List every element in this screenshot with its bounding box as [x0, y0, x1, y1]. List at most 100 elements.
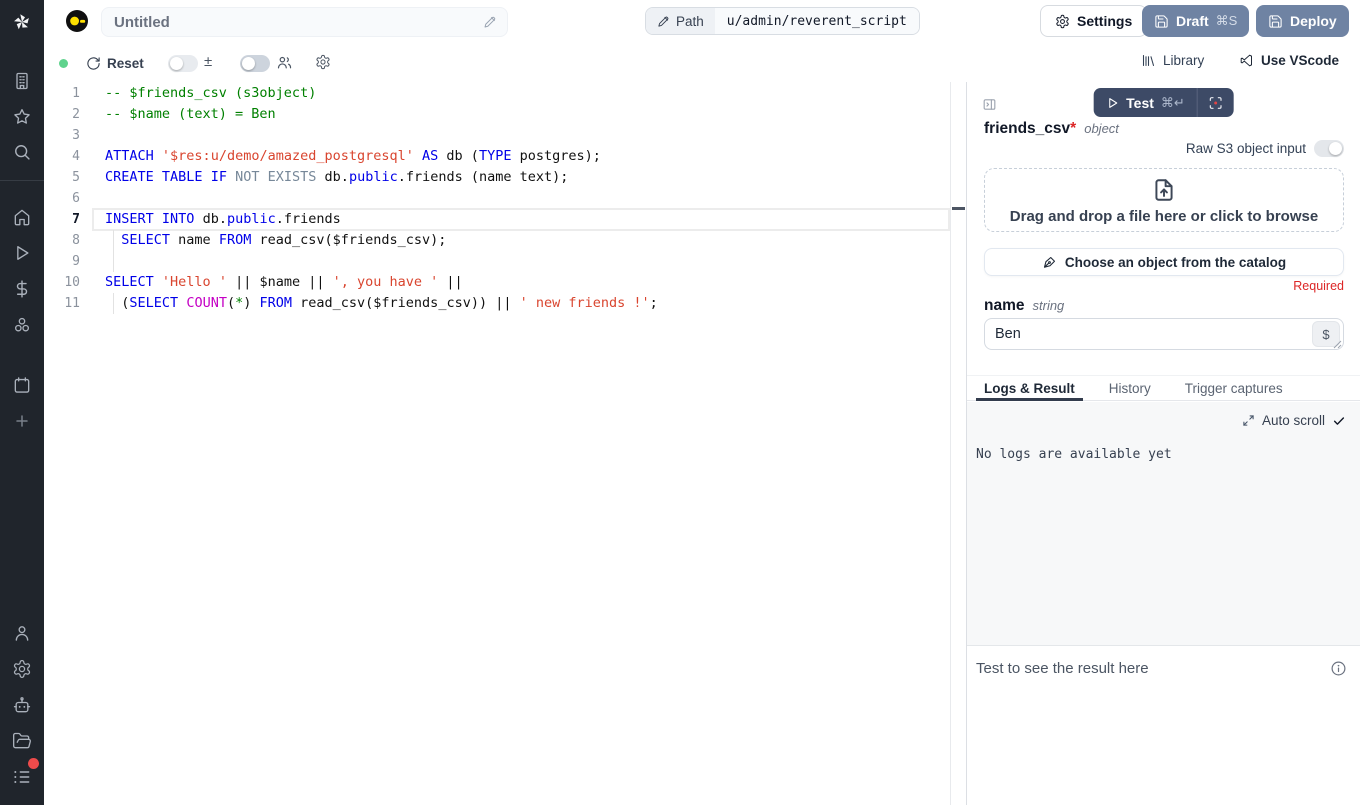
settings-button[interactable]: Settings: [1040, 5, 1147, 37]
auto-scroll-label: Auto scroll: [1262, 413, 1325, 428]
collaborators-icon[interactable]: [276, 54, 293, 71]
path-value: u/admin/reverent_script: [715, 8, 919, 34]
draft-button[interactable]: Draft ⌘S: [1142, 5, 1249, 37]
editor-toolbar: Reset ± Library Use VScode: [44, 44, 1360, 82]
overview-cursor-marker: [952, 207, 965, 210]
info-icon[interactable]: [1330, 660, 1347, 677]
editor-scrollbar[interactable]: [950, 82, 966, 805]
sidebar-item-user[interactable]: [12, 623, 32, 643]
name-input[interactable]: [985, 326, 1312, 342]
sidebar-item-workspace[interactable]: [12, 71, 32, 91]
line-number: 4: [44, 146, 80, 167]
logs-empty-text: No logs are available yet: [976, 447, 1172, 462]
code-lines: 1-- $friends_csv (s3object)2-- $name (te…: [44, 83, 950, 314]
notification-dot: [28, 758, 39, 769]
code-line[interactable]: 1-- $friends_csv (s3object): [44, 83, 950, 104]
sidebar-item-favorites[interactable]: [12, 107, 32, 127]
required-star: *: [1070, 120, 1076, 137]
line-number: 9: [44, 251, 80, 272]
test-button-group: Test ⌘↵: [1093, 88, 1234, 117]
test-button[interactable]: Test ⌘↵: [1093, 88, 1197, 117]
resources-icon: [12, 315, 32, 335]
dollar-icon: [12, 279, 32, 299]
play-icon: [12, 243, 32, 263]
expand-icon: [1242, 414, 1255, 427]
save-icon: [1268, 14, 1283, 29]
tab-history[interactable]: History: [1109, 376, 1151, 400]
collapse-panel-icon[interactable]: [982, 97, 997, 112]
search-icon: [12, 142, 32, 162]
raw-s3-toggle[interactable]: [1314, 140, 1344, 157]
use-vscode-button[interactable]: Use VScode: [1239, 53, 1339, 68]
code-line[interactable]: 10SELECT 'Hello ' || $name || ', you hav…: [44, 272, 950, 293]
sidebar-item-folders[interactable]: [12, 731, 32, 751]
file-dropzone[interactable]: Drag and drop a file here or click to br…: [984, 168, 1344, 232]
sidebar-item-settings[interactable]: [12, 659, 32, 679]
code-line[interactable]: 5CREATE TABLE IF NOT EXISTS db.public.fr…: [44, 167, 950, 188]
star-icon: [12, 107, 32, 127]
editor-settings-icon[interactable]: [315, 54, 331, 70]
toggle-knob: [170, 57, 183, 70]
script-title-input[interactable]: [102, 14, 483, 31]
capture-run-button[interactable]: [1198, 88, 1234, 117]
code-line[interactable]: 3: [44, 125, 950, 146]
reset-label: Reset: [107, 56, 144, 71]
assistant-toggle[interactable]: [240, 55, 270, 72]
line-number: 11: [44, 293, 80, 314]
auto-scroll-control[interactable]: Auto scroll: [1242, 413, 1346, 428]
code-line[interactable]: 7INSERT INTO db.public.friends: [44, 209, 950, 230]
reset-button[interactable]: Reset: [86, 53, 144, 73]
arg-name: name: [984, 297, 1025, 315]
home-icon: [12, 207, 32, 227]
settings-label: Settings: [1077, 13, 1132, 29]
sidebar-item-schedules[interactable]: [12, 375, 32, 395]
sidebar-item-resources[interactable]: [12, 315, 32, 335]
code-line[interactable]: 9: [44, 251, 950, 272]
deploy-label: Deploy: [1290, 13, 1337, 29]
raw-s3-row: Raw S3 object input: [1186, 140, 1344, 157]
sidebar-item-workers[interactable]: [12, 695, 32, 715]
code-line[interactable]: 2-- $name (text) = Ben: [44, 104, 950, 125]
sidebar-item-create[interactable]: [12, 411, 32, 431]
vscode-icon: [1239, 53, 1254, 68]
sidebar-divider: [0, 180, 44, 181]
deploy-button[interactable]: Deploy: [1256, 5, 1349, 37]
windmill-logo[interactable]: [10, 10, 34, 34]
plus-minus-icon[interactable]: ±: [204, 53, 212, 70]
gear-icon: [1055, 14, 1070, 29]
edit-title-pencil-icon[interactable]: [483, 15, 497, 29]
arg-name-header: name string: [984, 297, 1064, 315]
line-number: 10: [44, 272, 80, 293]
topbar: Path u/admin/reverent_script Settings Dr…: [44, 0, 1360, 44]
sidebar-item-runs[interactable]: [12, 243, 32, 263]
code-line[interactable]: 11 (SELECT COUNT(*) FROM read_csv($frien…: [44, 293, 950, 314]
choose-object-button[interactable]: Choose an object from the catalog: [984, 248, 1344, 276]
play-icon: [1105, 96, 1119, 110]
robot-icon: [12, 695, 32, 715]
path-label-segment: Path: [646, 8, 715, 34]
code-line[interactable]: 6: [44, 188, 950, 209]
result-panel: Test to see the result here: [967, 646, 1360, 805]
refresh-icon: [86, 56, 101, 71]
library-button[interactable]: Library: [1141, 53, 1204, 68]
tab-logs-result[interactable]: Logs & Result: [984, 376, 1075, 400]
draft-shortcut: ⌘S: [1216, 13, 1238, 29]
sidebar-item-search[interactable]: [12, 142, 32, 162]
gear-icon: [12, 659, 32, 679]
tab-trigger-captures[interactable]: Trigger captures: [1185, 376, 1283, 400]
arg-type: string: [1033, 298, 1065, 313]
edit-path-pencil-icon: [657, 15, 670, 28]
file-upload-icon: [1151, 176, 1177, 204]
sidebar-item-variables[interactable]: [12, 279, 32, 299]
user-icon: [12, 623, 32, 643]
sidebar-item-audit-logs[interactable]: [12, 767, 32, 787]
code-line[interactable]: 8 SELECT name FROM read_csv($friends_csv…: [44, 230, 950, 251]
resize-handle[interactable]: [1333, 340, 1342, 349]
code-line[interactable]: 4ATTACH '$res:u/demo/amazed_postgresql' …: [44, 146, 950, 167]
path-button[interactable]: Path u/admin/reverent_script: [645, 7, 920, 35]
sidebar-item-home[interactable]: [12, 207, 32, 227]
line-number: 3: [44, 125, 80, 146]
diff-toggle[interactable]: [168, 55, 198, 72]
code-editor[interactable]: 1-- $friends_csv (s3object)2-- $name (te…: [44, 82, 950, 805]
raw-s3-label: Raw S3 object input: [1186, 141, 1306, 156]
